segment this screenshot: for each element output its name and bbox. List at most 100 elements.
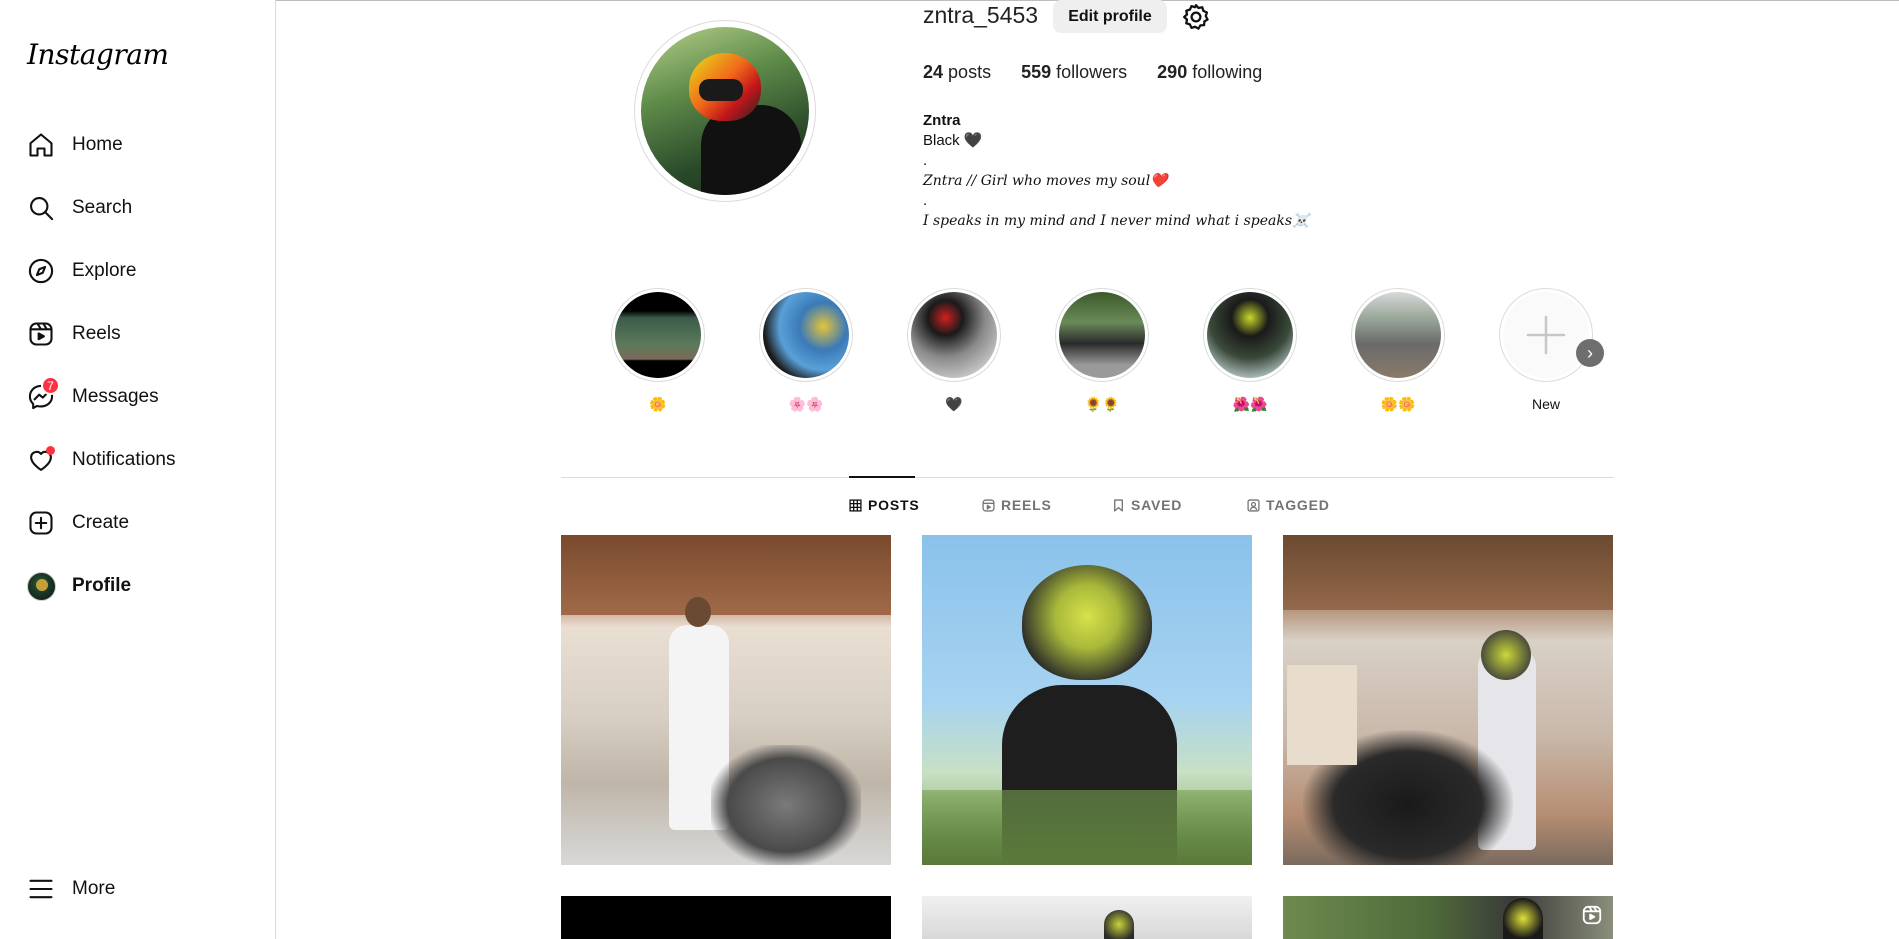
instagram-logo[interactable]: Instagram [27, 38, 169, 71]
post-thumbnail[interactable] [561, 535, 891, 865]
sidebar-item-label: Explore [72, 260, 137, 281]
edit-profile-button[interactable]: Edit profile [1053, 0, 1167, 33]
messages-badge: 7 [41, 376, 60, 395]
highlight-label: 🌻🌻 [1084, 396, 1120, 412]
active-tab-indicator [849, 476, 915, 478]
tab-saved[interactable]: SAVED [1112, 497, 1182, 513]
photo-helmet [1503, 898, 1543, 939]
reels-icon [26, 319, 56, 349]
tab-label: POSTS [868, 497, 920, 513]
highlight-thumbnail [1355, 292, 1441, 378]
sidebar-item-reels[interactable]: Reels [12, 308, 264, 360]
profile-photo [641, 27, 809, 195]
followers-stat[interactable]: 559 followers [1021, 62, 1127, 83]
posts-label: posts [948, 62, 992, 82]
tab-label: SAVED [1131, 497, 1183, 513]
search-icon [26, 193, 56, 223]
photo-flowers [922, 790, 1252, 865]
photo-motorcycle [711, 745, 861, 865]
heart-icon [26, 445, 56, 475]
sidebar-item-notifications[interactable]: Notifications [12, 434, 264, 486]
reels-icon [982, 498, 995, 512]
sidebar: Instagram Home Search Explore Reels 7 Me… [0, 0, 276, 939]
followers-count: 559 [1021, 62, 1052, 82]
following-count: 290 [1157, 62, 1188, 82]
notification-dot [46, 446, 55, 455]
highlight-thumbnail [763, 292, 849, 378]
profile-username: zntra_5453 [923, 2, 1039, 28]
photo-roof [561, 535, 891, 615]
sidebar-item-search[interactable]: Search [12, 182, 264, 234]
grid-icon [849, 498, 862, 512]
photo-head [685, 597, 711, 627]
create-icon [26, 508, 56, 538]
home-icon [26, 130, 56, 160]
post-thumbnail[interactable] [561, 896, 891, 939]
explore-icon [26, 256, 56, 286]
highlight-thumbnail [1207, 292, 1293, 378]
followers-label: followers [1056, 62, 1128, 82]
tab-label: TAGGED [1266, 497, 1330, 513]
posts-stat: 24 posts [923, 62, 991, 83]
bio-separator: . [923, 192, 928, 209]
photo-helmet [1022, 565, 1152, 680]
story-highlight[interactable]: 🌻🌻 [1054, 288, 1150, 414]
post-thumbnail[interactable] [1283, 896, 1613, 939]
top-border [0, 0, 1899, 1]
bio-line: I speaks in my mind and I never mind wha… [923, 213, 1310, 229]
sidebar-item-label: Messages [72, 386, 159, 407]
bio-line: Zntra // Girl who moves my soul❤️ [923, 173, 1168, 189]
sidebar-item-label: Reels [72, 323, 121, 344]
story-highlight[interactable]: 🌸🌸 [758, 288, 854, 414]
highlight-label: 🌼 [649, 396, 667, 412]
sidebar-item-label: Notifications [72, 449, 176, 470]
highlight-thumbnail [911, 292, 997, 378]
story-highlight[interactable]: 🌼 [610, 288, 706, 414]
post-thumbnail[interactable] [922, 896, 1252, 939]
story-highlight[interactable]: 🖤 [906, 288, 1002, 414]
photo-helmet [1481, 630, 1531, 680]
tab-reels[interactable]: REELS [982, 497, 1052, 513]
menu-icon [26, 874, 56, 904]
tab-tagged[interactable]: TAGGED [1247, 497, 1330, 513]
bio-line: Black 🖤 [923, 132, 983, 149]
sidebar-item-label: More [72, 878, 116, 899]
following-stat[interactable]: 290 following [1157, 62, 1262, 83]
highlight-label: 🌺🌺 [1232, 396, 1268, 412]
highlight-label: 🌸🌸 [788, 396, 824, 412]
sidebar-item-label: Create [72, 512, 130, 533]
post-thumbnail[interactable] [1283, 535, 1613, 865]
sidebar-item-messages[interactable]: 7 Messages [12, 371, 264, 423]
sidebar-item-label: Profile [72, 575, 132, 596]
photo-poster [1287, 665, 1357, 765]
highlight-thumbnail [1059, 292, 1145, 378]
gear-icon[interactable] [1181, 2, 1211, 32]
highlight-label: 🌼🌼 [1380, 396, 1416, 412]
tag-icon [1247, 498, 1260, 512]
photo-roof [1283, 535, 1613, 610]
sidebar-item-label: Search [72, 197, 133, 218]
sidebar-item-explore[interactable]: Explore [12, 245, 264, 297]
chevron-right-icon[interactable]: › [1576, 339, 1604, 367]
sidebar-item-profile[interactable]: Profile [12, 560, 264, 612]
profile-picture[interactable] [634, 20, 816, 202]
sidebar-item-home[interactable]: Home [12, 119, 264, 171]
highlight-label: 🖤 [945, 396, 963, 412]
bio-separator: . [923, 152, 928, 169]
photo-rider-visor [699, 79, 743, 101]
tab-posts[interactable]: POSTS [849, 497, 919, 513]
story-highlight[interactable]: 🌺🌺 [1202, 288, 1298, 414]
sidebar-item-more[interactable]: More [12, 863, 264, 915]
tabs-divider [561, 477, 1614, 478]
highlight-thumbnail [615, 292, 701, 378]
bookmark-icon [1114, 498, 1123, 512]
sidebar-item-create[interactable]: Create [12, 497, 264, 549]
messages-icon: 7 [26, 376, 60, 412]
profile-bio: Zntra Black 🖤 . Zntra // Girl who moves … [923, 111, 1309, 231]
profile-avatar [26, 571, 56, 601]
story-highlight[interactable]: 🌼🌼 [1350, 288, 1446, 414]
sidebar-item-label: Home [72, 134, 123, 155]
post-thumbnail[interactable] [922, 535, 1252, 865]
posts-count: 24 [923, 62, 944, 82]
profile-name: Zntra [923, 112, 961, 129]
